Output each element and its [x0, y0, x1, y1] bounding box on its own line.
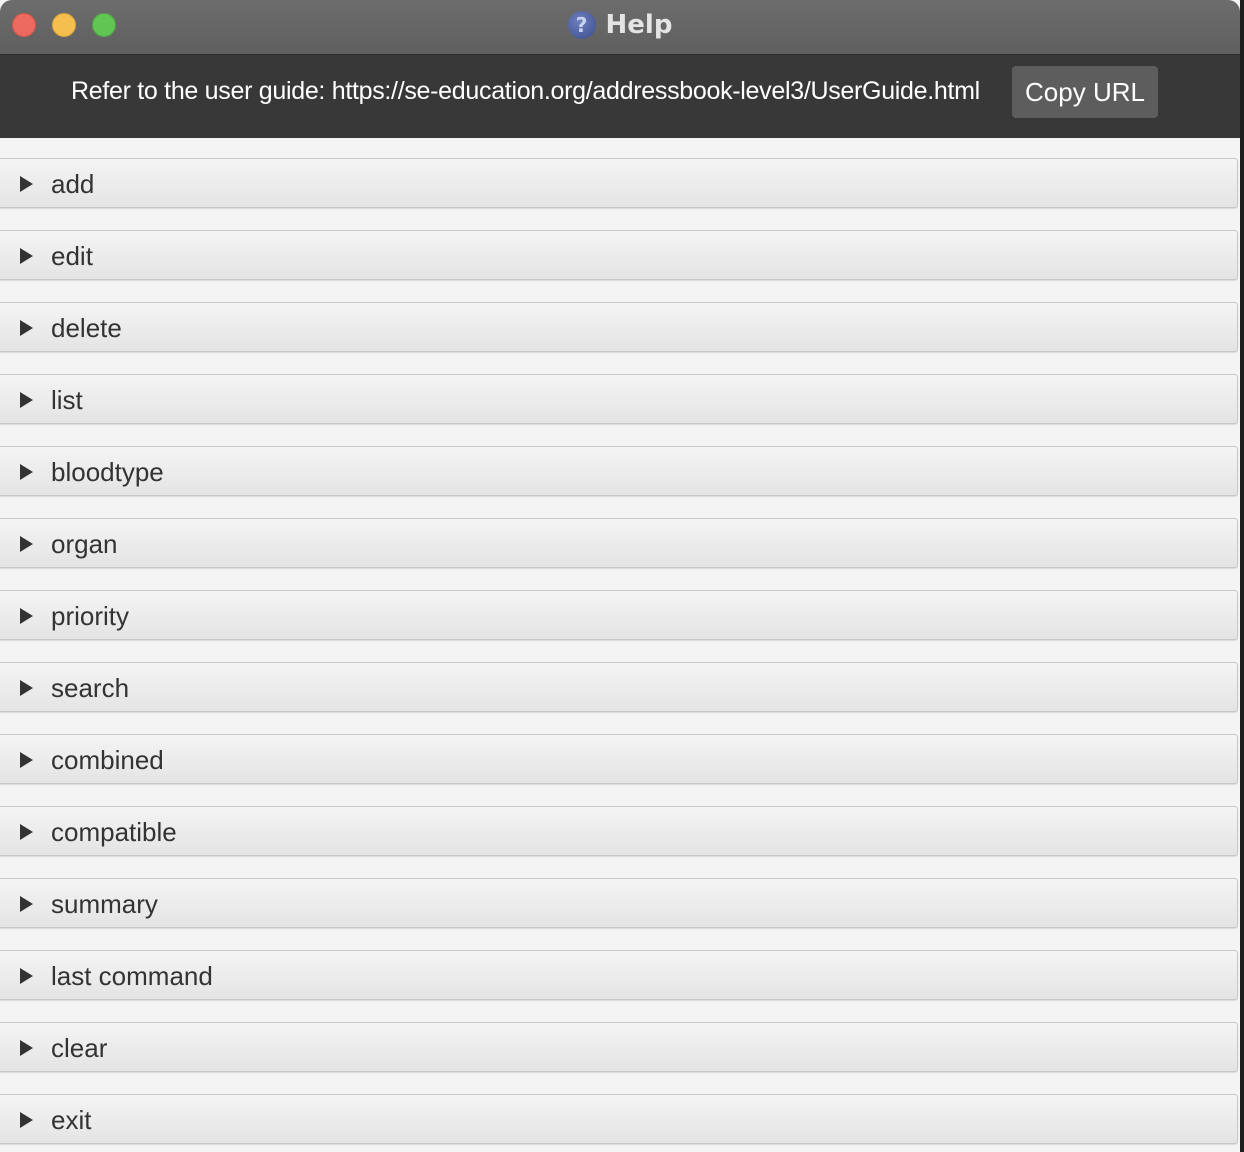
- expand-arrow-icon: [20, 248, 33, 264]
- accordion-item-label: list: [51, 385, 83, 415]
- expand-arrow-icon: [20, 968, 33, 984]
- accordion-item-label: compatible: [51, 817, 177, 847]
- accordion-item-bloodtype[interactable]: bloodtype: [0, 446, 1238, 496]
- window-right-edge: [1240, 0, 1244, 1152]
- expand-arrow-icon: [20, 824, 33, 840]
- accordion-item-summary[interactable]: summary: [0, 878, 1238, 928]
- expand-arrow-icon: [20, 320, 33, 336]
- accordion-item-label: add: [51, 169, 95, 199]
- accordion-item-add[interactable]: add: [0, 158, 1238, 208]
- expand-arrow-icon: [20, 392, 33, 408]
- expand-arrow-icon: [20, 176, 33, 192]
- expand-arrow-icon: [20, 608, 33, 624]
- command-accordion-list: add edit delete list bloodtype organ pri…: [0, 138, 1240, 1152]
- expand-arrow-icon: [20, 680, 33, 696]
- accordion-item-clear[interactable]: clear: [0, 1022, 1238, 1072]
- expand-arrow-icon: [20, 536, 33, 552]
- expand-arrow-icon: [20, 1040, 33, 1056]
- help-window: ? Help Refer to the user guide: https://…: [0, 0, 1244, 1152]
- expand-arrow-icon: [20, 1112, 33, 1128]
- accordion-item-exit[interactable]: exit: [0, 1094, 1238, 1144]
- accordion-item-combined[interactable]: combined: [0, 734, 1238, 784]
- accordion-item-label: edit: [51, 241, 93, 271]
- accordion-item-organ[interactable]: organ: [0, 518, 1238, 568]
- expand-arrow-icon: [20, 752, 33, 768]
- window-title: Help: [605, 10, 673, 40]
- accordion-item-priority[interactable]: priority: [0, 590, 1238, 640]
- help-question-icon: ?: [567, 11, 596, 39]
- title-bar[interactable]: ? Help: [0, 0, 1240, 55]
- accordion-item-search[interactable]: search: [0, 662, 1238, 712]
- user-guide-header: Refer to the user guide: https://se-educ…: [0, 55, 1240, 138]
- accordion-item-compatible[interactable]: compatible: [0, 806, 1238, 856]
- accordion-item-label: priority: [51, 601, 130, 631]
- accordion-item-list[interactable]: list: [0, 374, 1238, 424]
- accordion-item-label: last command: [51, 961, 213, 991]
- expand-arrow-icon: [20, 464, 33, 480]
- accordion-item-label: summary: [51, 889, 158, 919]
- copy-url-button[interactable]: Copy URL: [1012, 66, 1158, 118]
- accordion-item-last-command[interactable]: last command: [0, 950, 1238, 1000]
- accordion-item-edit[interactable]: edit: [0, 230, 1238, 280]
- accordion-item-label: organ: [51, 529, 118, 559]
- accordion-item-label: exit: [51, 1105, 92, 1135]
- user-guide-url-text: Refer to the user guide: https://se-educ…: [71, 77, 980, 105]
- accordion-item-label: clear: [51, 1033, 108, 1063]
- accordion-item-label: search: [51, 673, 130, 703]
- accordion-item-delete[interactable]: delete: [0, 302, 1238, 352]
- accordion-item-label: combined: [51, 745, 164, 775]
- accordion-item-label: bloodtype: [51, 457, 164, 487]
- window-title-group: ? Help: [0, 8, 1240, 42]
- expand-arrow-icon: [20, 896, 33, 912]
- accordion-item-label: delete: [51, 313, 122, 343]
